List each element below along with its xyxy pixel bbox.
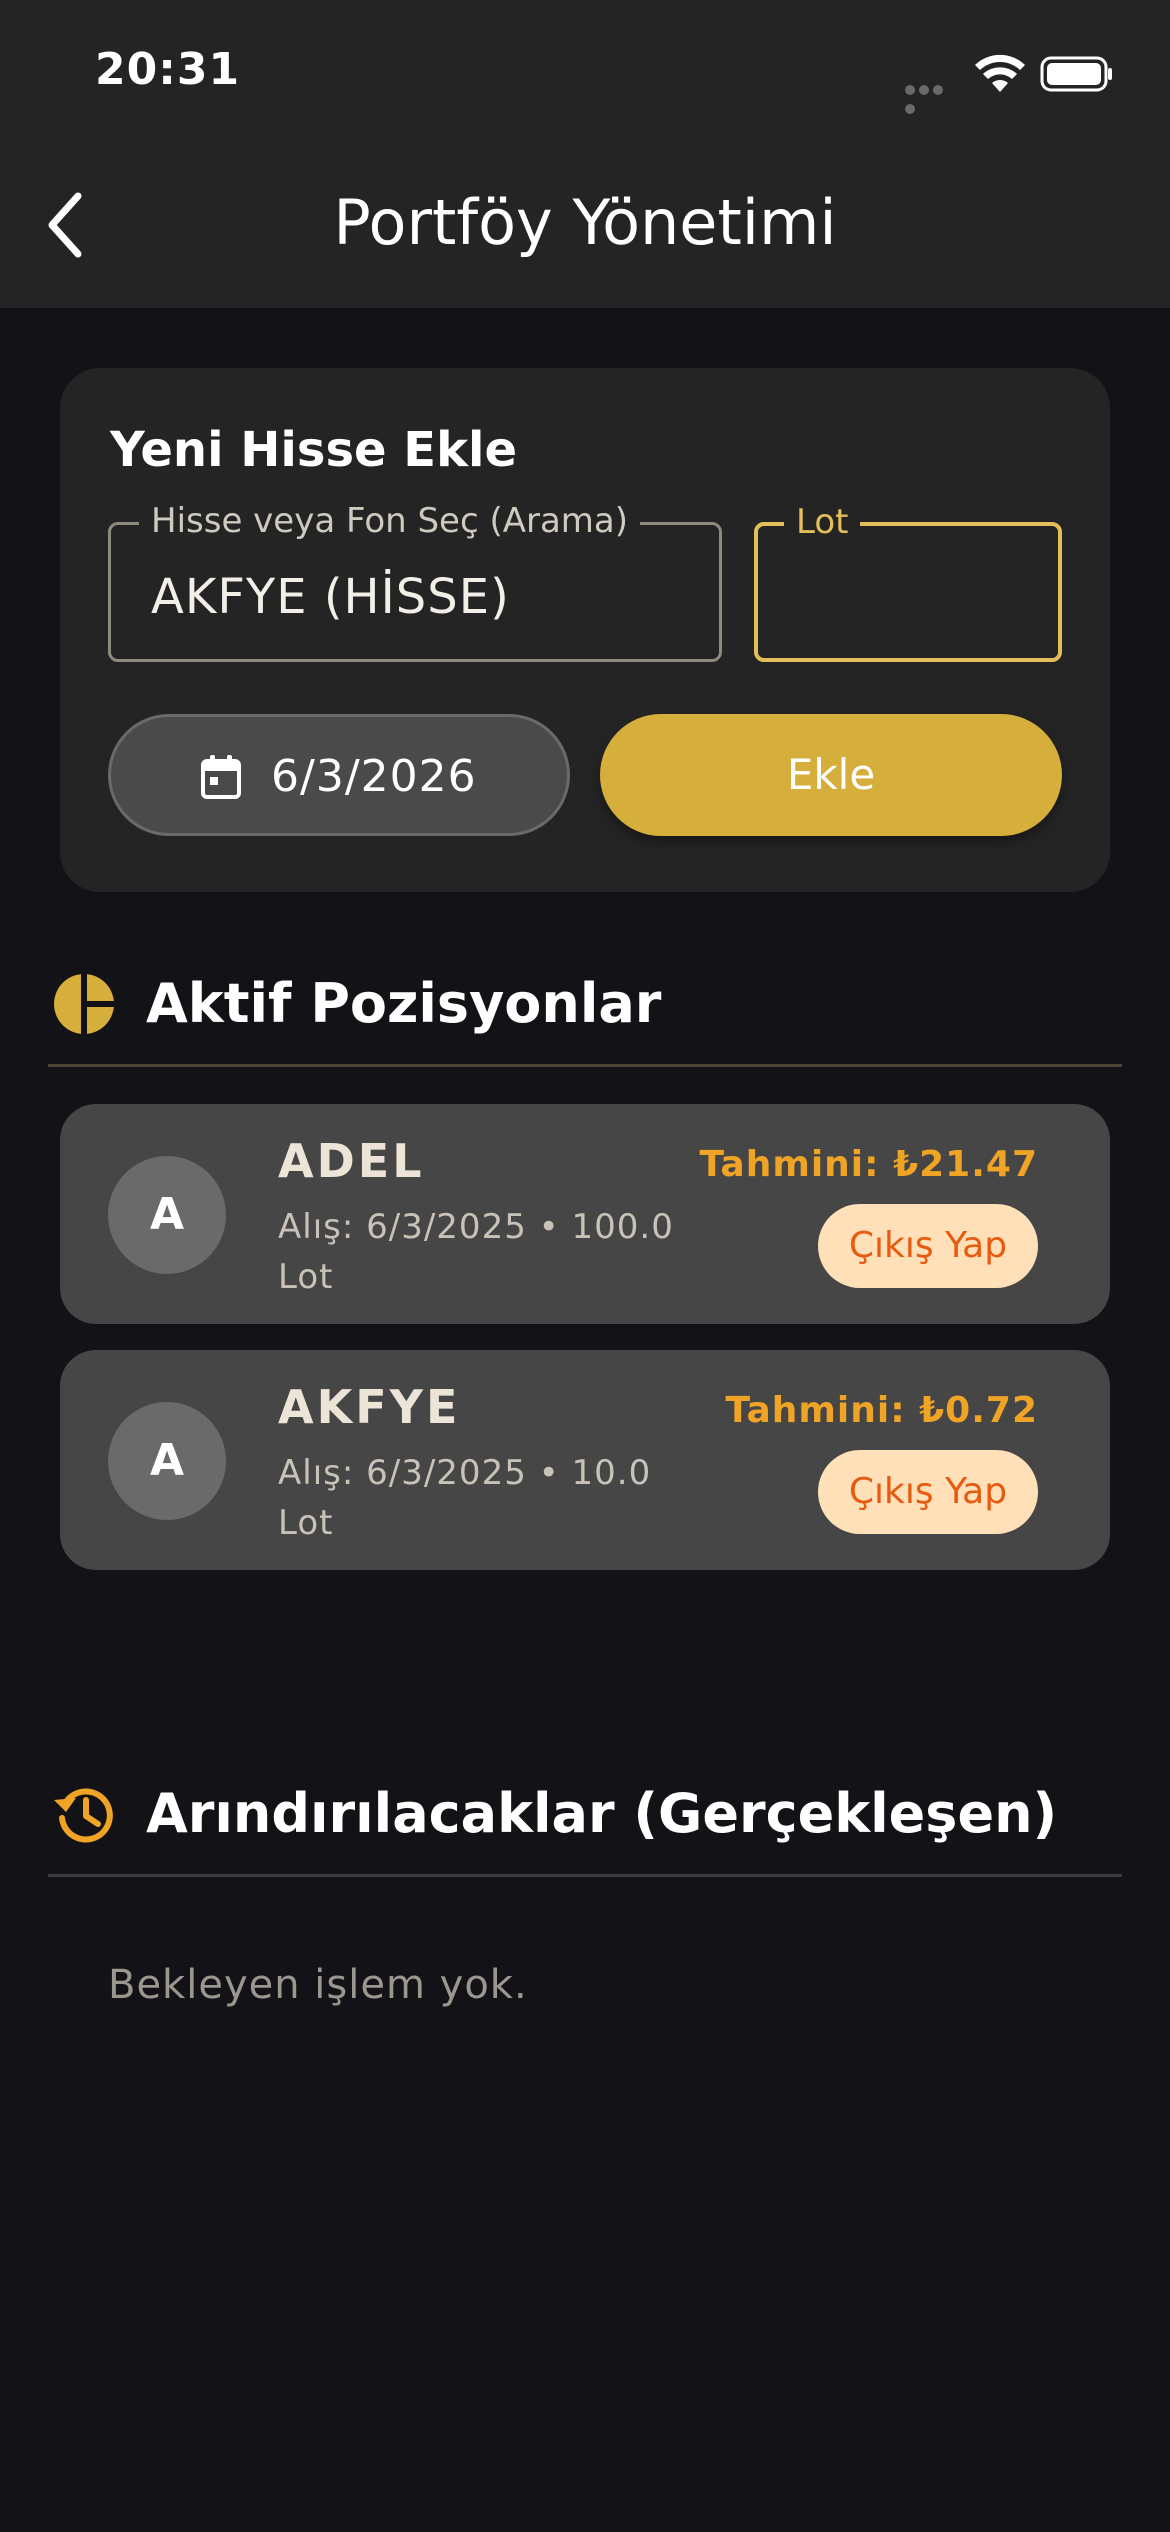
exit-position-button[interactable]: Çıkış Yap [818, 1204, 1038, 1288]
empty-state-text: Bekleyen işlem yok. [108, 1962, 528, 2008]
stock-search-value: AKFYE (HİSSE) [151, 569, 510, 625]
status-time: 20:31 [95, 44, 241, 95]
add-stock-title: Yeni Hisse Ekle [110, 422, 517, 478]
position-estimate: Tahmini: ₺21.47 [699, 1144, 1038, 1185]
cellular-signal-icon [905, 80, 959, 114]
avatar: A [108, 1156, 226, 1274]
position-card[interactable]: A ADEL Alış: 6/3/2025 • 100.0 Lot Tahmin… [60, 1104, 1110, 1324]
pie-chart-icon [54, 972, 116, 1036]
divider [48, 1874, 1122, 1877]
calendar-icon [201, 755, 241, 799]
top-bar: 20:31 Portföy Yönetimi [0, 0, 1170, 308]
page-title: Portföy Yönetimi [333, 186, 837, 259]
divider [48, 1064, 1122, 1067]
position-symbol: AKFYE [278, 1380, 461, 1434]
active-positions-header: Aktif Pozisyonlar [48, 972, 1122, 1082]
date-picker-button[interactable]: 6/3/2026 [108, 714, 570, 836]
position-card[interactable]: A AKFYE Alış: 6/3/2025 • 10.0 Lot Tahmin… [60, 1350, 1110, 1570]
purification-title: Arındırılacaklar (Gerçekleşen) [146, 1782, 1058, 1845]
wifi-icon [975, 54, 1025, 92]
position-symbol: ADEL [278, 1134, 425, 1188]
avatar: A [108, 1402, 226, 1520]
purification-header: Arındırılacaklar (Gerçekleşen) [48, 1782, 1122, 1892]
lot-input[interactable]: Lot [754, 502, 1062, 662]
position-estimate: Tahmini: ₺0.72 [725, 1390, 1038, 1431]
stock-search-field[interactable]: Hisse veya Fon Seç (Arama) AKFYE (HİSSE) [108, 501, 722, 662]
exit-position-button[interactable]: Çıkış Yap [818, 1450, 1038, 1534]
lot-label: Lot [784, 502, 861, 542]
add-stock-card: Yeni Hisse Ekle Hisse veya Fon Seç (Aram… [60, 368, 1110, 892]
history-icon [54, 1788, 113, 1843]
date-value: 6/3/2026 [271, 751, 477, 802]
position-details: Alış: 6/3/2025 • 100.0 Lot [278, 1207, 674, 1297]
active-positions-title: Aktif Pozisyonlar [146, 972, 662, 1035]
position-details: Alış: 6/3/2025 • 10.0 Lot [278, 1453, 652, 1543]
stock-search-label: Hisse veya Fon Seç (Arama) [139, 501, 641, 541]
add-button[interactable]: Ekle [600, 714, 1062, 836]
battery-icon [1040, 56, 1112, 92]
